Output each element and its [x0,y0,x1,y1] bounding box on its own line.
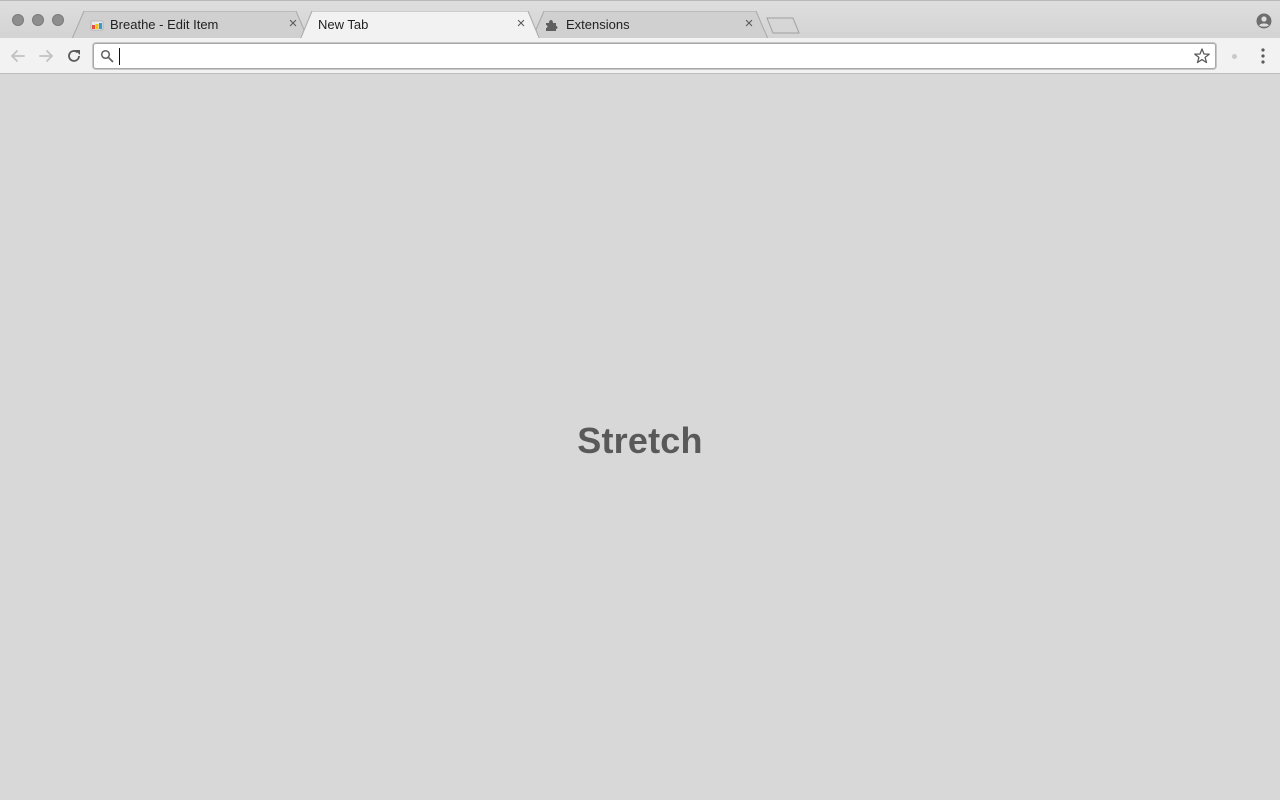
forward-arrow-icon[interactable] [36,46,56,66]
close-tab-icon[interactable]: × [514,16,528,31]
page-content: Stretch [0,74,1280,800]
back-arrow-icon[interactable] [8,46,28,66]
tab-extensions[interactable]: Extensions × [532,11,768,39]
text-caret [119,48,120,65]
tab-strip: Breathe - Edit Item × Extensions × New T… [0,0,1280,40]
address-input[interactable] [118,46,1178,66]
breathe-app-icon [90,20,104,31]
puzzle-icon [546,20,558,31]
more-menu-icon[interactable] [1255,47,1271,65]
bookmark-star-icon[interactable] [1193,47,1211,65]
new-tab-button[interactable] [766,17,800,34]
tab-new-tab[interactable]: New Tab × [300,11,540,40]
address-bar[interactable] [93,43,1216,69]
reload-icon[interactable] [64,46,84,66]
search-icon [100,49,114,63]
tab-label: Breathe - Edit Item [110,17,219,32]
tab-label: New Tab [318,17,369,32]
tab-breathe-edit-item[interactable]: Breathe - Edit Item × [72,11,308,39]
browser-window: Breathe - Edit Item × Extensions × New T… [0,0,1280,800]
close-tab-icon[interactable]: × [286,16,300,31]
close-tab-icon[interactable]: × [742,16,756,31]
page-title: Stretch [577,420,703,461]
extension-icon[interactable] [1232,54,1237,59]
browser-toolbar [0,38,1280,74]
zoom-window-button[interactable] [52,14,64,26]
close-window-button[interactable] [12,14,24,26]
minimize-window-button[interactable] [32,14,44,26]
profile-icon[interactable] [1256,13,1272,29]
tab-label: Extensions [566,17,630,32]
